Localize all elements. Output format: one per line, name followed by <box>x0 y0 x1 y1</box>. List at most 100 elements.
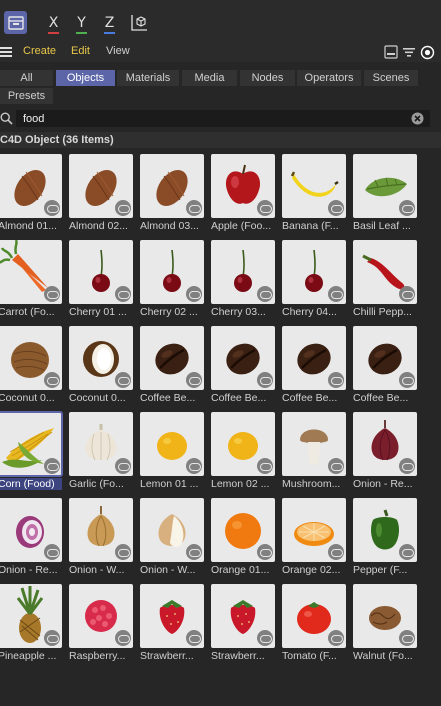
cloud-download-icon[interactable] <box>115 630 131 646</box>
asset-label: Banana (F... <box>282 220 339 232</box>
cloud-download-icon[interactable] <box>328 200 344 216</box>
cloud-download-icon[interactable] <box>44 458 60 474</box>
hamburger-menu-icon[interactable] <box>0 46 12 60</box>
search-input[interactable] <box>16 110 430 127</box>
asset-item[interactable]: Orange 02... <box>282 498 346 578</box>
tab-presets[interactable]: Presets <box>0 88 53 104</box>
clear-search-icon[interactable] <box>411 112 424 128</box>
tab-scenes[interactable]: Scenes <box>364 70 418 86</box>
cloud-download-icon[interactable] <box>328 630 344 646</box>
tab-objects[interactable]: Objects <box>56 70 115 86</box>
cloud-download-icon[interactable] <box>257 372 273 388</box>
asset-item[interactable]: Almond 01... <box>0 154 62 234</box>
cloud-download-icon[interactable] <box>257 458 273 474</box>
asset-item[interactable]: Pepper (F... <box>353 498 417 578</box>
asset-item[interactable]: Cherry 01 ... <box>69 240 133 320</box>
asset-item[interactable]: Pineapple ... <box>0 584 62 664</box>
cloud-download-icon[interactable] <box>399 630 415 646</box>
asset-item[interactable]: Coconut 0... <box>0 326 62 406</box>
cloud-download-icon[interactable] <box>186 200 202 216</box>
asset-item[interactable]: Banana (F... <box>282 154 346 234</box>
asset-item[interactable]: Coffee Be... <box>353 326 417 406</box>
asset-item[interactable]: Corn (Food) <box>0 411 63 492</box>
cloud-download-icon[interactable] <box>44 544 60 560</box>
cloud-download-icon[interactable] <box>115 458 131 474</box>
cloud-download-icon[interactable] <box>399 544 415 560</box>
asset-thumbnail <box>211 584 275 648</box>
layout-icon[interactable] <box>384 45 398 62</box>
filter-icon[interactable] <box>402 45 416 62</box>
cloud-download-icon[interactable] <box>115 200 131 216</box>
target-icon[interactable] <box>420 45 435 63</box>
asset-item[interactable]: Strawberr... <box>140 584 204 664</box>
cloud-download-icon[interactable] <box>115 372 131 388</box>
cloud-download-icon[interactable] <box>328 544 344 560</box>
cloud-download-icon[interactable] <box>44 630 60 646</box>
asset-item[interactable]: Basil Leaf ... <box>353 154 417 234</box>
cloud-download-icon[interactable] <box>115 286 131 302</box>
cloud-download-icon[interactable] <box>257 630 273 646</box>
asset-thumbnail <box>211 240 275 304</box>
asset-item[interactable]: Onion - W... <box>69 498 133 578</box>
cloud-download-icon[interactable] <box>328 458 344 474</box>
asset-item[interactable]: Onion - Re... <box>353 412 417 492</box>
asset-item[interactable]: Raspberry... <box>69 584 133 664</box>
cloud-download-icon[interactable] <box>186 544 202 560</box>
asset-item[interactable]: Coffee Be... <box>140 326 204 406</box>
cloud-download-icon[interactable] <box>186 372 202 388</box>
cloud-download-icon[interactable] <box>399 372 415 388</box>
cloud-download-icon[interactable] <box>44 372 60 388</box>
asset-item[interactable]: Strawberr... <box>211 584 275 664</box>
asset-item[interactable]: Chilli Pepp... <box>353 240 417 320</box>
asset-item[interactable]: Almond 02... <box>69 154 133 234</box>
cloud-download-icon[interactable] <box>186 458 202 474</box>
cloud-download-icon[interactable] <box>399 458 415 474</box>
asset-thumbnail <box>69 154 133 218</box>
asset-item[interactable]: Onion - W... <box>140 498 204 578</box>
menu-create[interactable]: Create <box>23 45 56 57</box>
asset-item[interactable]: Cherry 03... <box>211 240 275 320</box>
cloud-download-icon[interactable] <box>399 286 415 302</box>
asset-item[interactable]: Walnut (Fo... <box>353 584 417 664</box>
cloud-download-icon[interactable] <box>399 200 415 216</box>
y-axis-button[interactable]: Y <box>70 11 93 34</box>
asset-item[interactable]: Cherry 04... <box>282 240 346 320</box>
asset-item[interactable]: Mushroom... <box>282 412 346 492</box>
tab-media[interactable]: Media <box>182 70 237 86</box>
asset-browser-icon[interactable] <box>4 11 27 34</box>
x-axis-button[interactable]: X <box>42 11 65 34</box>
asset-item[interactable]: Coconut 0... <box>69 326 133 406</box>
cloud-download-icon[interactable] <box>115 544 131 560</box>
asset-item[interactable]: Lemon 01 ... <box>140 412 204 492</box>
tab-nodes[interactable]: Nodes <box>240 70 295 86</box>
menu-view[interactable]: View <box>106 45 130 57</box>
asset-item[interactable]: Cherry 02 ... <box>140 240 204 320</box>
cloud-download-icon[interactable] <box>186 630 202 646</box>
cloud-download-icon[interactable] <box>44 286 60 302</box>
z-axis-button[interactable]: Z <box>98 11 121 34</box>
asset-item[interactable]: Lemon 02 ... <box>211 412 275 492</box>
asset-item[interactable]: Orange 01... <box>211 498 275 578</box>
cloud-download-icon[interactable] <box>257 544 273 560</box>
asset-item[interactable]: Tomato (F... <box>282 584 346 664</box>
coordinate-system-icon[interactable] <box>127 11 150 34</box>
asset-item[interactable]: Coffee Be... <box>282 326 346 406</box>
cloud-download-icon[interactable] <box>44 200 60 216</box>
cloud-download-icon[interactable] <box>186 286 202 302</box>
cloud-download-icon[interactable] <box>257 286 273 302</box>
asset-thumbnail <box>353 584 417 648</box>
cloud-download-icon[interactable] <box>328 286 344 302</box>
asset-item[interactable]: Almond 03... <box>140 154 204 234</box>
tab-operators[interactable]: Operators <box>297 70 361 86</box>
cloud-download-icon[interactable] <box>328 372 344 388</box>
asset-item[interactable]: Onion - Re... <box>0 498 62 578</box>
menu-edit[interactable]: Edit <box>71 45 90 57</box>
cloud-download-icon[interactable] <box>257 200 273 216</box>
asset-item[interactable]: Apple (Foo... <box>211 154 275 234</box>
asset-item[interactable]: Garlic (Fo... <box>69 412 133 492</box>
asset-thumbnail <box>211 498 275 562</box>
tab-all[interactable]: All <box>0 70 53 86</box>
asset-item[interactable]: Carrot (Fo... <box>0 240 62 320</box>
tab-materials[interactable]: Materials <box>117 70 179 86</box>
asset-item[interactable]: Coffee Be... <box>211 326 275 406</box>
